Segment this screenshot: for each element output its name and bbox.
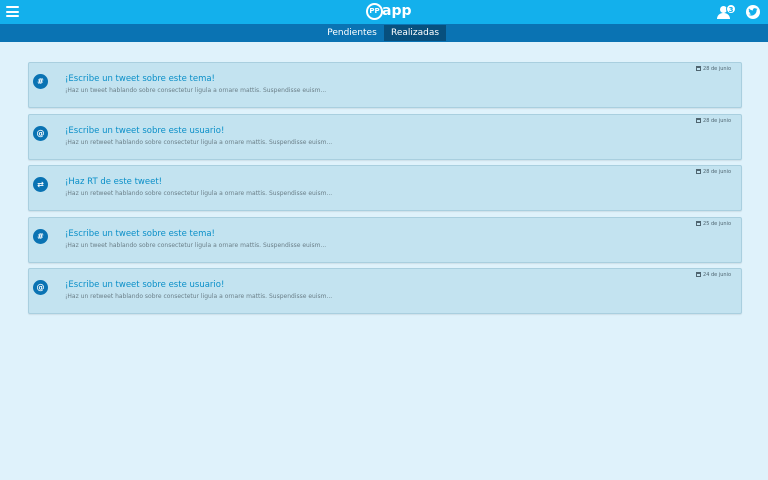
- hashtag-icon: #: [33, 74, 48, 89]
- task-description: ¡Haz un tweet hablando sobre consectetur…: [65, 87, 327, 94]
- top-bar: PP app 3: [0, 0, 768, 24]
- calendar-icon: [696, 220, 702, 226]
- tab-realizadas[interactable]: Realizadas: [384, 25, 446, 41]
- tab-pendientes[interactable]: Pendientes: [322, 25, 382, 41]
- user-notifications-icon[interactable]: 3: [717, 4, 739, 21]
- calendar-icon: [696, 117, 702, 123]
- task-title: ¡Haz RT de este tweet!: [65, 177, 163, 187]
- notification-badge: 3: [726, 4, 736, 14]
- at-icon: @: [33, 125, 48, 141]
- task-title: ¡Escribe un tweet sobre este tema!: [65, 228, 215, 239]
- task-date: 25 de junio: [696, 220, 731, 227]
- calendar-icon: [696, 169, 702, 174]
- task-card[interactable]: @ ¡Escribe un tweet sobre este usuario! …: [28, 113, 742, 160]
- hamburger-menu-icon[interactable]: [6, 6, 19, 17]
- task-date: 28 de junio: [696, 66, 731, 72]
- task-date: 28 de junio: [696, 169, 731, 175]
- twitter-bird-icon[interactable]: [746, 5, 760, 19]
- task-title: ¡Escribe un tweet sobre este usuario!: [65, 125, 225, 136]
- task-description: ¡Haz un retweet hablando sobre consectet…: [65, 293, 333, 300]
- retweet-icon: ⇄: [33, 177, 48, 192]
- task-list: # ¡Escribe un tweet sobre este tema! ¡Ha…: [28, 62, 742, 320]
- tab-bar: Pendientes Realizadas: [0, 24, 768, 42]
- calendar-icon: [696, 66, 702, 71]
- at-icon: @: [33, 280, 48, 295]
- task-description: ¡Haz un retweet hablando sobre consectet…: [65, 138, 333, 146]
- hashtag-icon: #: [33, 228, 48, 244]
- logo-pp: PP: [366, 3, 383, 20]
- task-description: ¡Haz un retweet hablando sobre consectet…: [65, 190, 333, 197]
- task-title: ¡Escribe un tweet sobre este tema!: [65, 74, 215, 84]
- task-card[interactable]: # ¡Escribe un tweet sobre este tema! ¡Ha…: [28, 216, 742, 263]
- task-date: 28 de junio: [696, 117, 731, 124]
- task-date: 24 de junio: [696, 272, 731, 278]
- task-card[interactable]: @ ¡Escribe un tweet sobre este usuario! …: [28, 268, 742, 314]
- task-description: ¡Haz un tweet hablando sobre consectetur…: [65, 241, 327, 249]
- logo-app-text: app: [382, 3, 412, 19]
- task-card[interactable]: ⇄ ¡Haz RT de este tweet! ¡Haz un retweet…: [28, 165, 742, 211]
- app-logo: PP app: [366, 2, 412, 22]
- task-card[interactable]: # ¡Escribe un tweet sobre este tema! ¡Ha…: [28, 62, 742, 108]
- calendar-icon: [696, 272, 702, 277]
- task-title: ¡Escribe un tweet sobre este usuario!: [65, 280, 225, 290]
